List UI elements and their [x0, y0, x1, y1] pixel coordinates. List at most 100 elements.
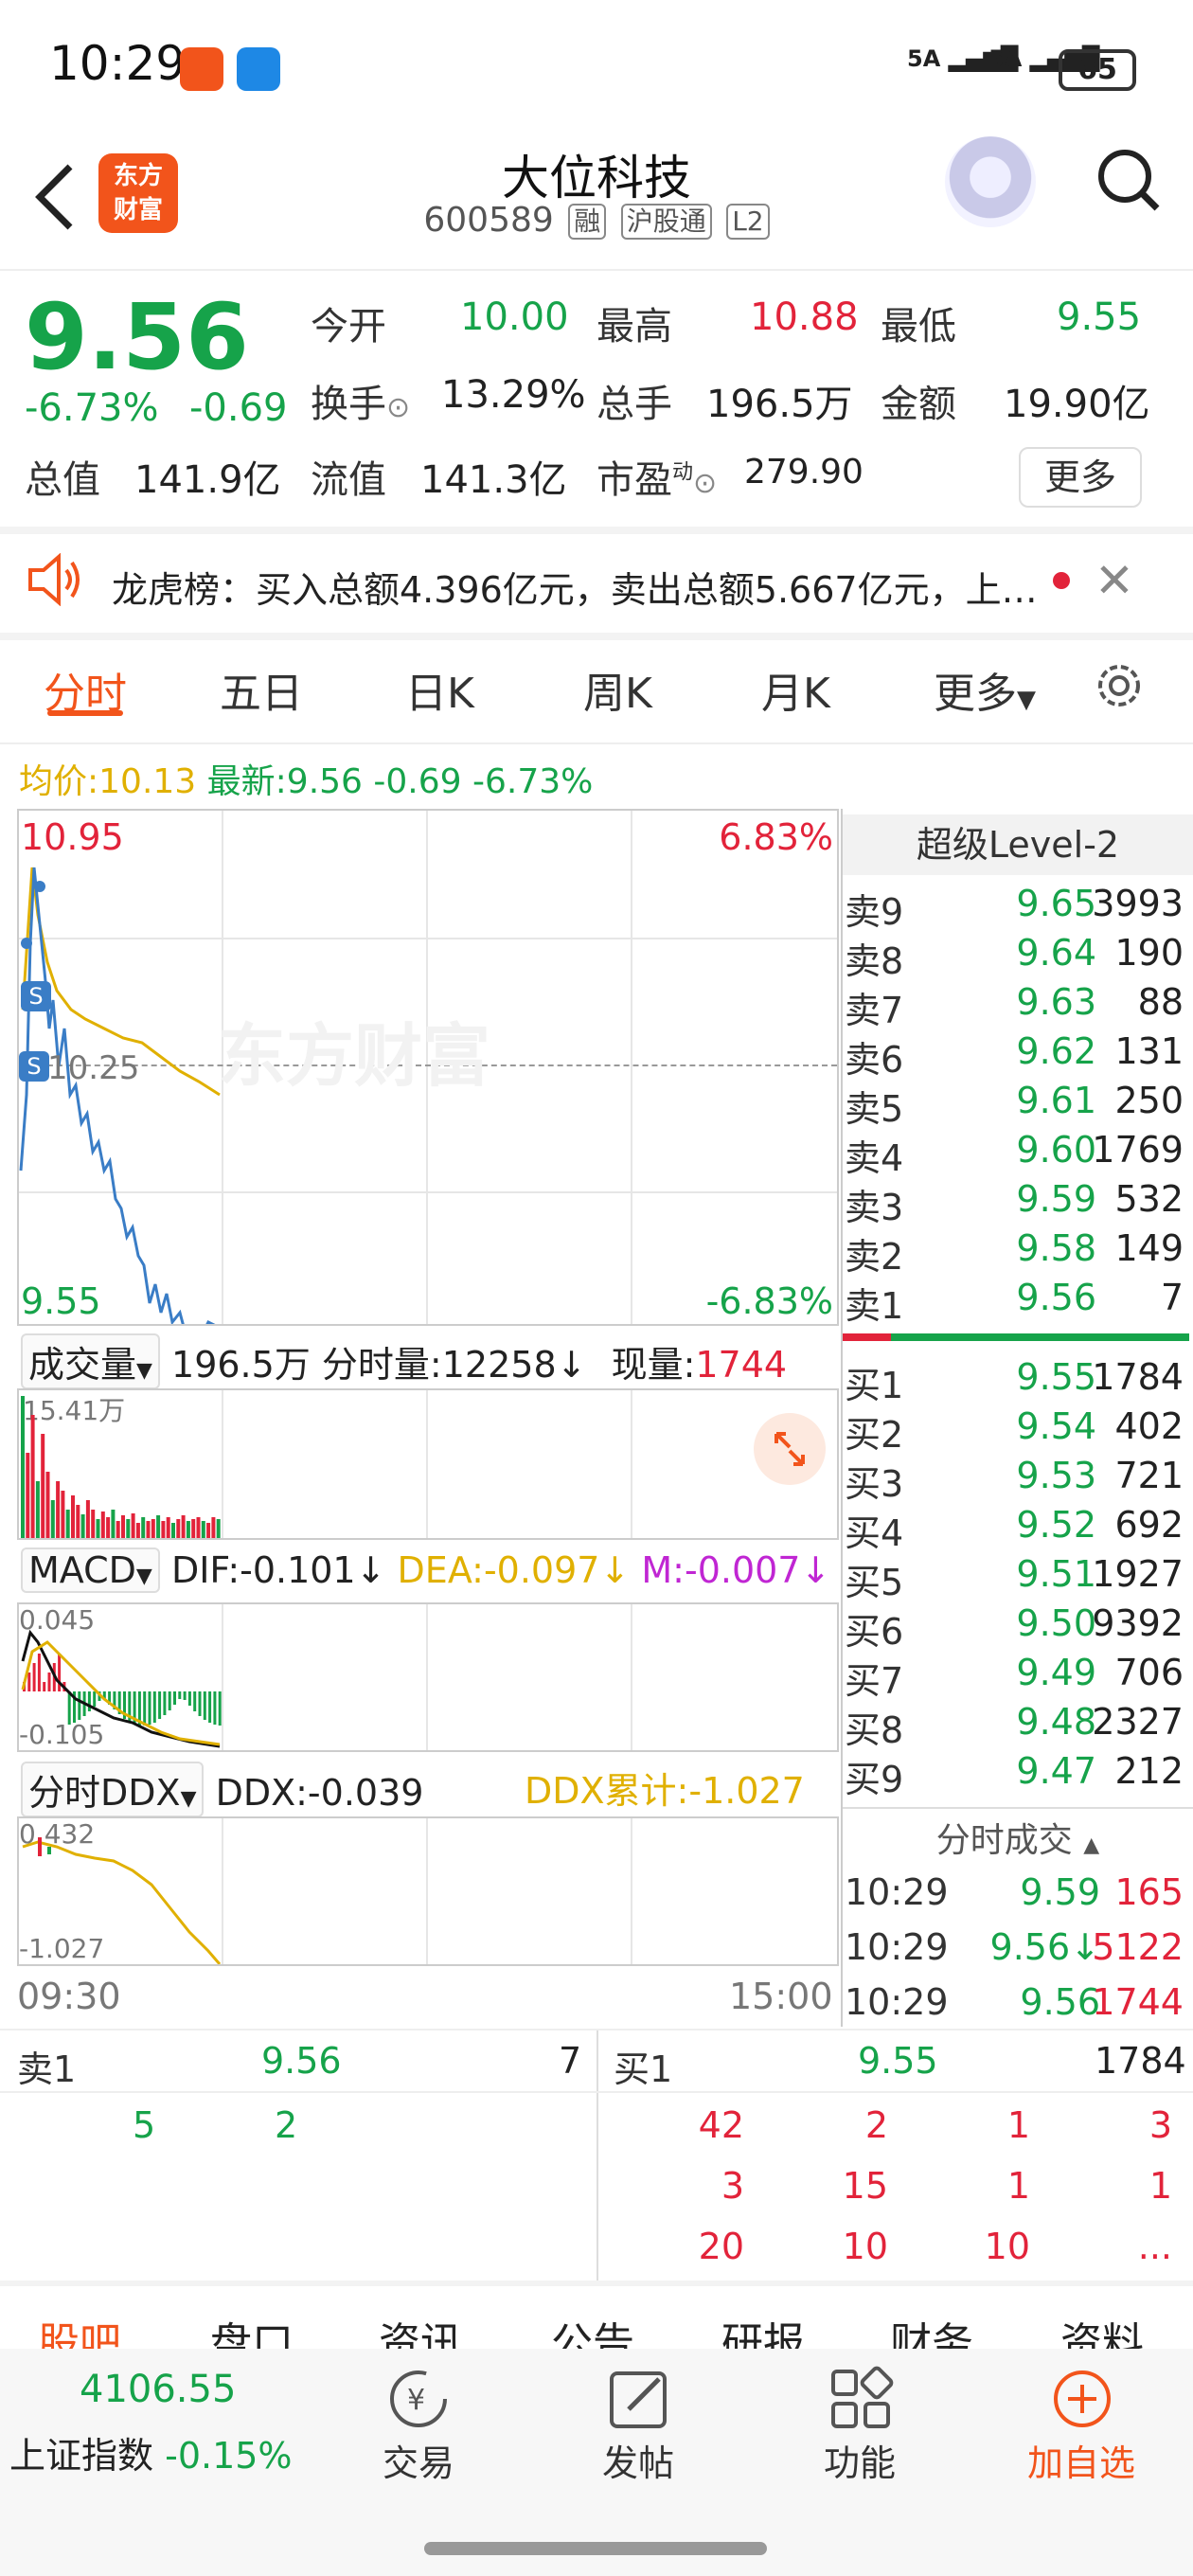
ask-row[interactable]: 卖9 9.65 3993: [845, 879, 1191, 933]
macd-bar: [163, 1691, 167, 1715]
bid-row[interactable]: 买4 9.52 692: [845, 1500, 1191, 1554]
macd-bar: [47, 1673, 51, 1691]
bid-level: 买2: [845, 1414, 904, 1456]
trade-row: 10:29 9.56 1744: [845, 1977, 1191, 2027]
search-button[interactable]: [1095, 142, 1161, 218]
macd-bar: [58, 1654, 62, 1691]
float-value: 141.3亿: [420, 458, 567, 502]
amount-value: 19.90亿: [1004, 383, 1150, 426]
post-button[interactable]: 发帖: [562, 2434, 714, 2486]
bid-price: 9.48: [1016, 1701, 1096, 1743]
volume-bar: [131, 1513, 135, 1538]
ask-row[interactable]: 卖4 9.60 1769: [845, 1125, 1191, 1179]
bid-row[interactable]: 买6 9.50 9392: [845, 1599, 1191, 1653]
macd-bar: [183, 1691, 187, 1700]
expand-icon[interactable]: [754, 1413, 826, 1485]
bid-row[interactable]: 买5 9.51 1927: [845, 1549, 1191, 1603]
status-time: 10:29: [49, 36, 187, 91]
bid-row[interactable]: 买1 9.55 1784: [845, 1352, 1191, 1406]
queue-bid-order: 3: [1148, 2104, 1172, 2146]
signal-s-icon[interactable]: S: [19, 1051, 49, 1082]
macd-chart[interactable]: 0.045 -0.105: [17, 1602, 839, 1752]
tab-monthly-k[interactable]: 月K: [761, 659, 830, 720]
grid-icon: [828, 2366, 894, 2436]
bid-price: 9.55: [1016, 1356, 1096, 1398]
more-quote-button[interactable]: 更多: [1019, 447, 1142, 508]
tab-more[interactable]: 更多▼: [934, 659, 1036, 720]
trade-button[interactable]: 交易: [343, 2434, 494, 2486]
bid-level: 买1: [845, 1365, 904, 1406]
volume-chart[interactable]: 15.41万: [17, 1388, 839, 1540]
ask-row[interactable]: 卖8 9.64 190: [845, 928, 1191, 982]
ask-level: 卖8: [845, 940, 904, 982]
ask-price: 9.58: [1016, 1227, 1096, 1269]
time-start: 09:30: [17, 1976, 121, 2017]
volume-bar: [91, 1510, 96, 1538]
close-icon[interactable]: ✕: [1095, 553, 1134, 608]
bid-row[interactable]: 买8 9.48 2327: [845, 1697, 1191, 1751]
bid-row[interactable]: 买2 9.54 402: [845, 1402, 1191, 1456]
ddx-header: 分时DDX▼ DDX:-0.039: [21, 1762, 423, 1817]
assistant-robot-icon[interactable]: [945, 136, 1036, 227]
bid-price: 9.50: [1016, 1602, 1096, 1644]
bid-price: 9.51: [1016, 1553, 1096, 1595]
volume-bar: [161, 1521, 166, 1538]
home-indicator[interactable]: [424, 2542, 767, 2555]
ask-level: 卖4: [845, 1137, 904, 1179]
ddx-chart[interactable]: 0.432 -1.027: [17, 1816, 839, 1966]
change-percent: -6.73%: [25, 386, 159, 430]
ask-row[interactable]: 卖5 9.61 250: [845, 1076, 1191, 1130]
queue-ask-price: 9.56: [261, 2040, 342, 2082]
macd-bar: [93, 1691, 97, 1707]
queue-ask-label: 卖1: [17, 2048, 77, 2090]
bid-row[interactable]: 买9 9.47 212: [845, 1746, 1191, 1800]
ask-volume: 149: [1114, 1227, 1184, 1269]
volume-bar: [71, 1495, 75, 1538]
macd-bar: [203, 1691, 206, 1720]
tab-weekly-k[interactable]: 周K: [583, 659, 652, 720]
intraday-chart[interactable]: 东方财富 S S 10.95 6.83% 10.25 9.55 -6.83%: [17, 809, 839, 1326]
volume-bar: [85, 1500, 90, 1538]
ask-row[interactable]: 卖1 9.56 7: [845, 1273, 1191, 1327]
ask-row[interactable]: 卖6 9.62 131: [845, 1027, 1191, 1081]
macd-dropdown[interactable]: MACD▼: [21, 1547, 160, 1593]
macd-header: MACD▼ DIF:-0.101↓ DEA:-0.097↓ M:-0.007↓: [21, 1547, 830, 1593]
volume-bar: [146, 1521, 151, 1538]
notification-app-icon: [180, 47, 223, 91]
bid-price: 9.47: [1016, 1750, 1096, 1792]
bid-volume: 2327: [1092, 1701, 1184, 1743]
current-price: 9.56: [25, 284, 249, 390]
ask-row[interactable]: 卖7 9.63 88: [845, 977, 1191, 1031]
tab-five-day[interactable]: 五日: [220, 659, 303, 720]
functions-button[interactable]: 功能: [784, 2434, 935, 2486]
index-line[interactable]: 上证指数 -0.15%: [9, 2426, 293, 2478]
bid-row[interactable]: 买3 9.53 721: [845, 1451, 1191, 1505]
volume-header: 成交量▼ 196.5万 分时量:12258↓ 现量:1744: [21, 1333, 787, 1389]
volume-bar: [196, 1517, 201, 1538]
signal-s-icon[interactable]: S: [21, 981, 51, 1011]
avg-latest-line: 均价:10.13 最新:9.56 -0.69 -6.73%: [19, 762, 594, 801]
macd-bar: [152, 1691, 156, 1723]
tab-daily-k[interactable]: 日K: [405, 659, 474, 720]
volume-dropdown[interactable]: 成交量▼: [21, 1333, 160, 1389]
ddx-svg: [22, 1837, 222, 1964]
bid-row[interactable]: 买7 9.49 706: [845, 1648, 1191, 1702]
ask-row[interactable]: 卖2 9.58 149: [845, 1224, 1191, 1278]
trade-price: 9.56↓: [989, 1926, 1100, 1968]
bid-volume: 9392: [1092, 1602, 1184, 1644]
bid-volume: 212: [1114, 1750, 1184, 1792]
macd-bar: [198, 1691, 202, 1716]
ask-row[interactable]: 卖3 9.59 532: [845, 1174, 1191, 1228]
volume-bar: [116, 1521, 120, 1538]
index-value[interactable]: 4106.55: [80, 2368, 236, 2411]
add-watchlist-button[interactable]: 加自选: [1006, 2434, 1157, 2486]
level2-title[interactable]: 超级Level-2: [843, 814, 1193, 875]
ddx-dropdown[interactable]: 分时DDX▼: [21, 1762, 205, 1817]
bottom-pct-label: -6.83%: [705, 1280, 833, 1322]
queue-bid-order: ...: [1137, 2226, 1172, 2267]
ask-volume: 190: [1114, 932, 1184, 974]
gear-icon[interactable]: [1093, 659, 1146, 712]
notice-banner[interactable]: 龙虎榜：买入总额4.396亿元，卖出总额5.667亿元，上…: [112, 561, 1038, 613]
trades-title[interactable]: 分时成交 ▲: [843, 1813, 1193, 1862]
queue-bid-order: 1: [1148, 2165, 1172, 2207]
